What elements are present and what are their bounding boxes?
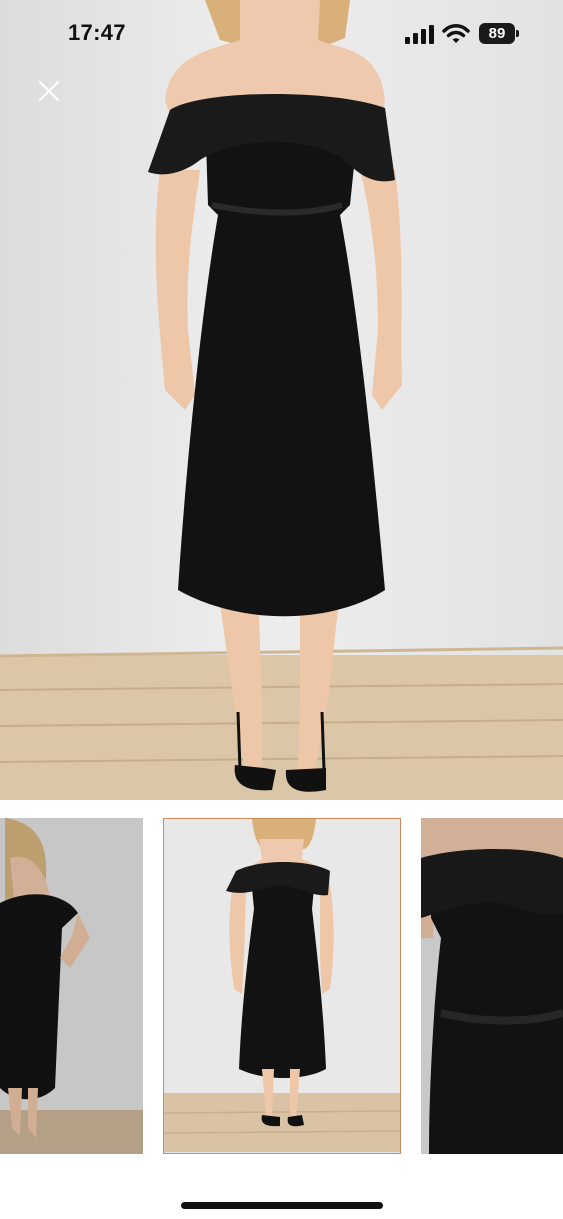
status-bar: 17:47 89 bbox=[0, 0, 563, 66]
thumbnail-front-full[interactable] bbox=[163, 818, 401, 1154]
battery-level: 89 bbox=[488, 25, 506, 42]
dress-model-illustration bbox=[0, 0, 563, 800]
cellular-signal-icon bbox=[405, 25, 434, 44]
thumbnail-closeup[interactable] bbox=[421, 818, 563, 1154]
battery-icon: 89 bbox=[479, 23, 515, 44]
wifi-icon bbox=[442, 24, 470, 43]
thumbnail-dim-overlay bbox=[0, 818, 143, 1154]
battery-tip bbox=[516, 30, 519, 37]
status-time: 17:47 bbox=[68, 20, 126, 45]
home-indicator[interactable] bbox=[181, 1202, 383, 1209]
product-main-image[interactable] bbox=[0, 0, 563, 800]
close-button[interactable] bbox=[30, 72, 68, 110]
thumbnail-side-pose[interactable] bbox=[0, 818, 143, 1154]
thumbnail-dim-overlay bbox=[421, 818, 563, 1154]
thumbnail-front-full-image bbox=[164, 819, 400, 1152]
close-icon bbox=[38, 80, 60, 102]
